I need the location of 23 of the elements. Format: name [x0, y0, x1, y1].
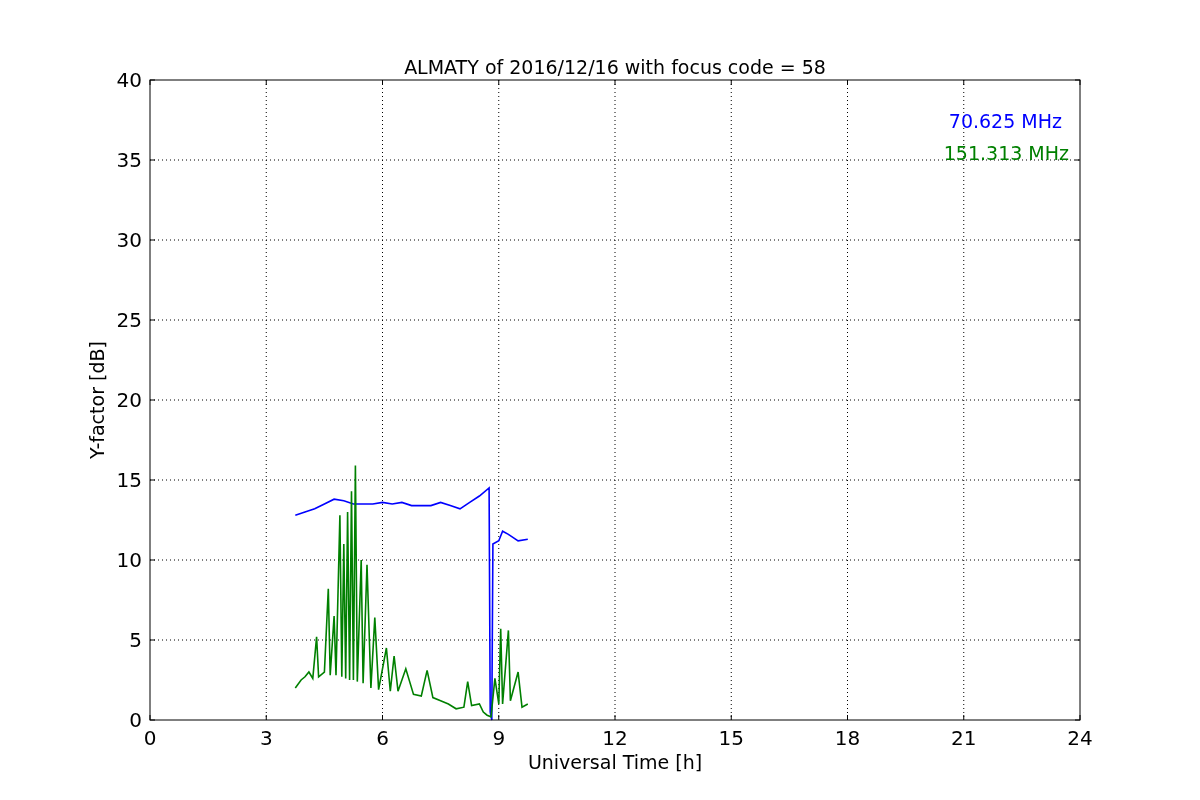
x-tick-label: 21 [951, 726, 977, 750]
y-axis-label: Y-factor [dB] [86, 341, 108, 459]
chart-title: ALMATY of 2016/12/16 with focus code = 58 [404, 56, 826, 78]
x-tick-label: 12 [602, 726, 628, 750]
x-tick-label: 18 [834, 726, 861, 750]
y-tick-label: 10 [116, 548, 142, 572]
y-tick-label: 20 [116, 388, 142, 412]
y-tick-label: 15 [116, 468, 142, 492]
x-tick-label: 3 [259, 726, 273, 750]
y-tick-label: 25 [116, 308, 142, 332]
x-tick-label: 15 [718, 726, 744, 750]
y-tick-label: 35 [116, 148, 142, 172]
y-tick-label: 40 [116, 68, 142, 92]
legend-label: 151.313 MHz [943, 142, 1069, 164]
y-tick-label: 30 [116, 228, 142, 252]
legend-label: 70.625 MHz [948, 110, 1062, 132]
x-tick-label: 24 [1067, 726, 1093, 750]
y-tick-label: 0 [129, 708, 142, 732]
x-tick-label: 0 [143, 726, 157, 750]
x-axis-label: Universal Time [h] [527, 751, 703, 773]
x-tick-label: 9 [492, 726, 506, 750]
x-tick-label: 6 [376, 726, 389, 750]
y-tick-label: 5 [129, 628, 142, 652]
